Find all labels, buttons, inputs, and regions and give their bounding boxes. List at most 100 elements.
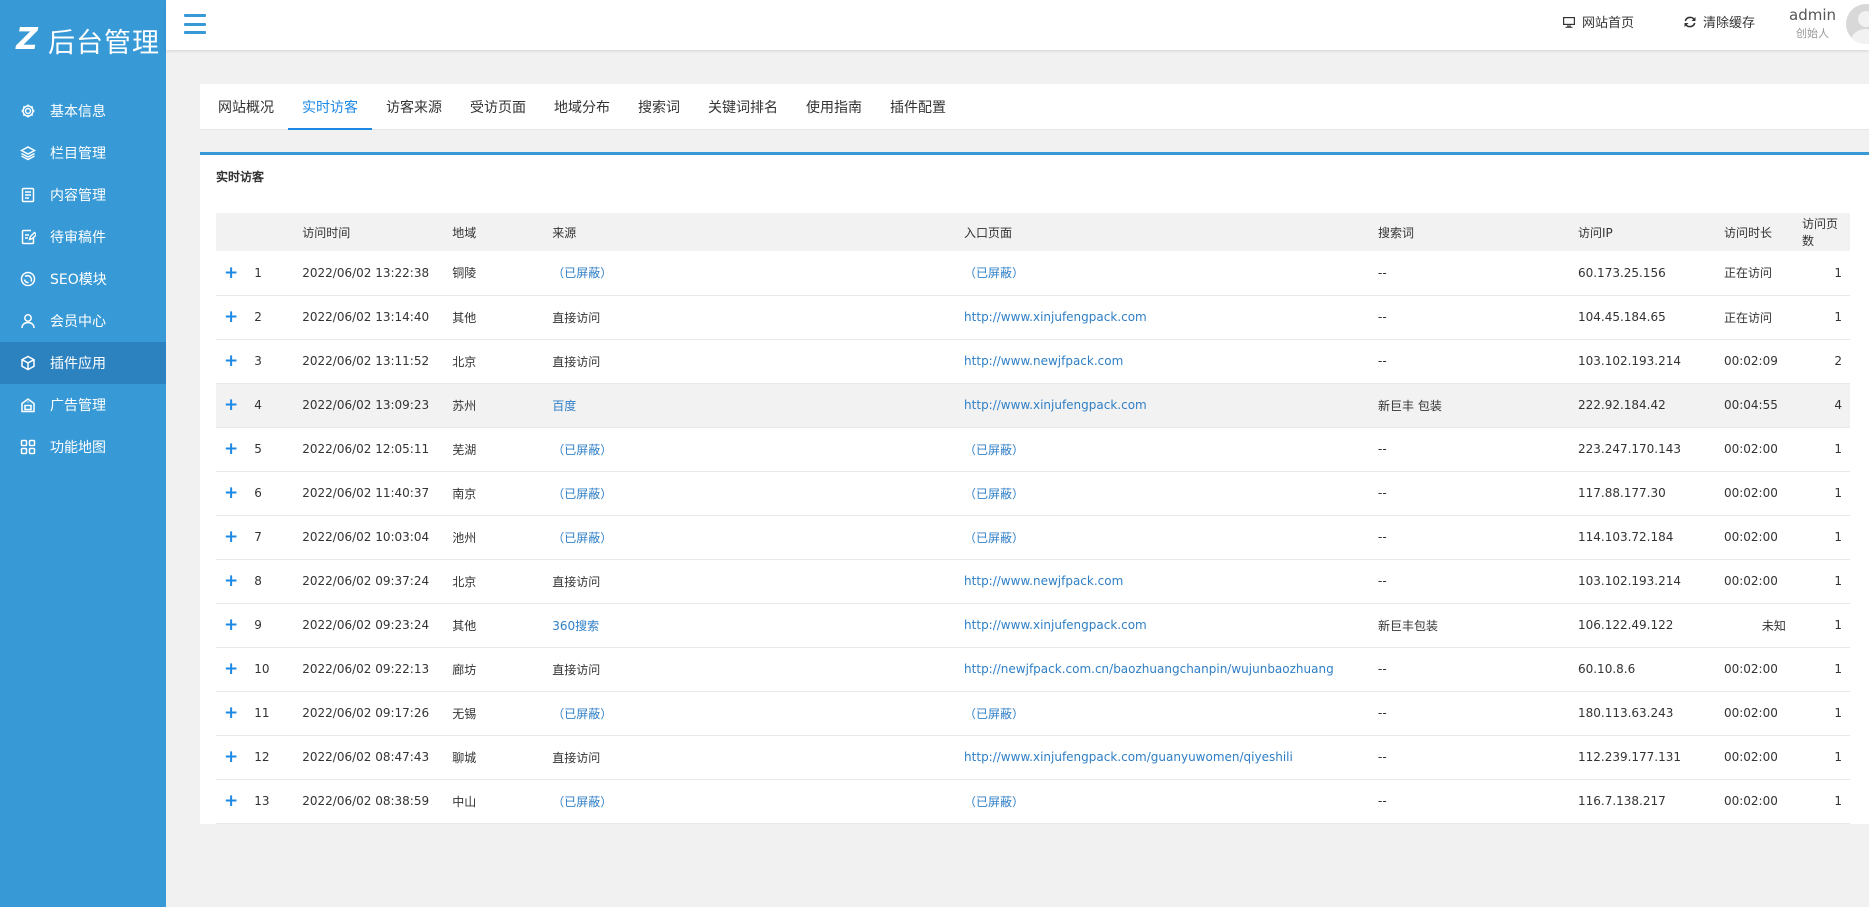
page-count: 1 [1793,515,1850,560]
region: 南京 [444,471,545,516]
user-info[interactable]: admin 创始人 [1789,6,1836,41]
tab-site-overview[interactable]: 网站概况 [204,84,288,129]
tab-search-terms[interactable]: 搜索词 [624,84,694,129]
sidebar-item-label: 功能地图 [50,440,106,456]
user-icon [20,313,36,329]
page-count: 1 [1793,427,1850,472]
entry-page-link[interactable]: （已屏蔽） [964,707,1024,721]
sidebar-item-plugins[interactable]: 插件应用 [0,342,166,384]
entry-page-link[interactable]: http://newjfpack.com.cn/baozhuangchanpin… [964,662,1334,676]
entry-page-link[interactable]: http://www.xinjufengpack.com [964,618,1147,632]
region: 聊城 [444,735,545,780]
expand-row-icon[interactable]: + [224,351,238,371]
region: 无锡 [444,691,545,736]
visit-duration: 正在访问 [1715,251,1794,296]
expand-row-icon[interactable]: + [224,703,238,723]
sidebar-item-content[interactable]: 内容管理 [0,174,166,216]
entry-page-link[interactable]: （已屏蔽） [964,443,1024,457]
entry-page-link[interactable]: （已屏蔽） [964,795,1024,809]
entry-page-link[interactable]: （已屏蔽） [964,531,1024,545]
expand-row-icon[interactable]: + [224,395,238,415]
sidebar-item-ads[interactable]: 广告管理 [0,384,166,426]
row-number: 9 [246,603,295,648]
expand-row-icon[interactable]: + [224,483,238,503]
source-link[interactable]: （已屏蔽） [552,531,612,545]
tab-realtime-visitors[interactable]: 实时访客 [288,84,372,130]
entry-page-link[interactable]: http://www.xinjufengpack.com/guanyuwomen… [964,750,1293,764]
source-link[interactable]: （已屏蔽） [552,795,612,809]
visitor-ip: 103.102.193.214 [1569,339,1716,384]
entry-page-link[interactable]: http://www.newjfpack.com [964,354,1123,368]
sidebar-item-seo[interactable]: SEO模块 [0,258,166,300]
expand-row-icon[interactable]: + [224,263,238,283]
avatar[interactable] [1846,4,1869,44]
main-content: 网站概况 实时访客 访客来源 受访页面 地域分布 搜索词 关键词排名 使用指南 … [200,84,1869,907]
column-header [246,213,295,251]
visitor-ip: 60.173.25.156 [1569,251,1716,296]
expand-row-icon[interactable]: + [224,439,238,459]
row-number: 8 [246,559,295,604]
expand-row-icon[interactable]: + [224,615,238,635]
visitor-ip: 222.92.184.42 [1569,383,1716,428]
entry-page-link[interactable]: （已屏蔽） [964,266,1024,280]
refresh-icon [1684,16,1696,27]
region: 其他 [444,295,545,340]
visit-time: 2022/06/02 12:05:11 [294,427,445,472]
sidebar-item-columns[interactable]: 栏目管理 [0,132,166,174]
column-header-search-term: 搜索词 [1370,213,1570,251]
source-link[interactable]: 360搜索 [552,619,599,633]
logo[interactable]: Z 后台管理 [0,0,166,80]
source-text: 直接访问 [552,662,601,677]
row-number: 6 [246,471,295,516]
table-row: +6 2022/06/02 11:40:37 南京 （已屏蔽） （已屏蔽） -- 117.8… [216,471,1850,516]
search-term: -- [1370,779,1570,824]
source-text: 直接访问 [552,574,601,589]
source-link[interactable]: （已屏蔽） [552,487,612,501]
entry-page-link[interactable]: http://www.xinjufengpack.com [964,398,1147,412]
tab-keyword-ranking[interactable]: 关键词排名 [694,84,792,129]
sidebar-item-pending[interactable]: 待审稿件 [0,216,166,258]
page-count: 4 [1793,383,1850,428]
row-number: 1 [246,251,295,296]
expand-row-icon[interactable]: + [224,307,238,327]
expand-row-icon[interactable]: + [224,571,238,591]
source-link[interactable]: （已屏蔽） [552,443,612,457]
user-name: admin [1789,6,1836,24]
visit-time: 2022/06/02 08:38:59 [294,779,445,824]
row-number: 10 [246,647,295,692]
visitor-ip: 223.247.170.143 [1569,427,1716,472]
tab-plugin-config[interactable]: 插件配置 [876,84,960,129]
clear-cache-link[interactable]: 清除缓存 [1683,12,1755,31]
tab-usage-guide[interactable]: 使用指南 [792,84,876,129]
tab-visitor-sources[interactable]: 访客来源 [372,84,456,129]
source-link[interactable]: 百度 [552,399,576,413]
search-term: -- [1370,735,1570,780]
website-home-link[interactable]: 网站首页 [1562,12,1634,31]
tab-visited-pages[interactable]: 受访页面 [456,84,540,129]
sidebar-item-label: 基本信息 [50,104,106,120]
entry-page-link[interactable]: http://www.newjfpack.com [964,574,1123,588]
entry-page-link[interactable]: （已屏蔽） [964,487,1024,501]
table-row: +142022/06/02 07:15:11扬州（已屏蔽）（已屏蔽）--121.… [216,823,1850,824]
tab-region-distribution[interactable]: 地域分布 [540,84,624,129]
expand-row-icon[interactable]: + [224,527,238,547]
visit-time: 2022/06/02 09:22:13 [294,647,445,692]
table-row: +12 2022/06/02 08:47:43 聊城 直接访问 http://www.x… [216,735,1850,780]
source-link[interactable]: （已屏蔽） [552,266,612,280]
visit-time: 2022/06/02 13:11:52 [294,339,445,384]
page-count: 1 [1793,735,1850,780]
menu-toggle-icon[interactable] [184,14,206,34]
source-link[interactable]: （已屏蔽） [552,707,612,721]
expand-row-icon[interactable]: + [224,659,238,679]
page-count: 1 [1793,779,1850,824]
layers-icon [20,145,36,161]
sidebar-item-feature-map[interactable]: 功能地图 [0,426,166,468]
expand-row-icon[interactable]: + [224,747,238,767]
column-header [216,213,247,251]
sidebar-item-basic-info[interactable]: 基本信息 [0,90,166,132]
visit-duration: 00:02:00 [1715,427,1794,472]
entry-page-link[interactable]: http://www.xinjufengpack.com [964,310,1147,324]
row-number: 3 [246,339,295,384]
sidebar-item-members[interactable]: 会员中心 [0,300,166,342]
expand-row-icon[interactable]: + [224,791,238,811]
